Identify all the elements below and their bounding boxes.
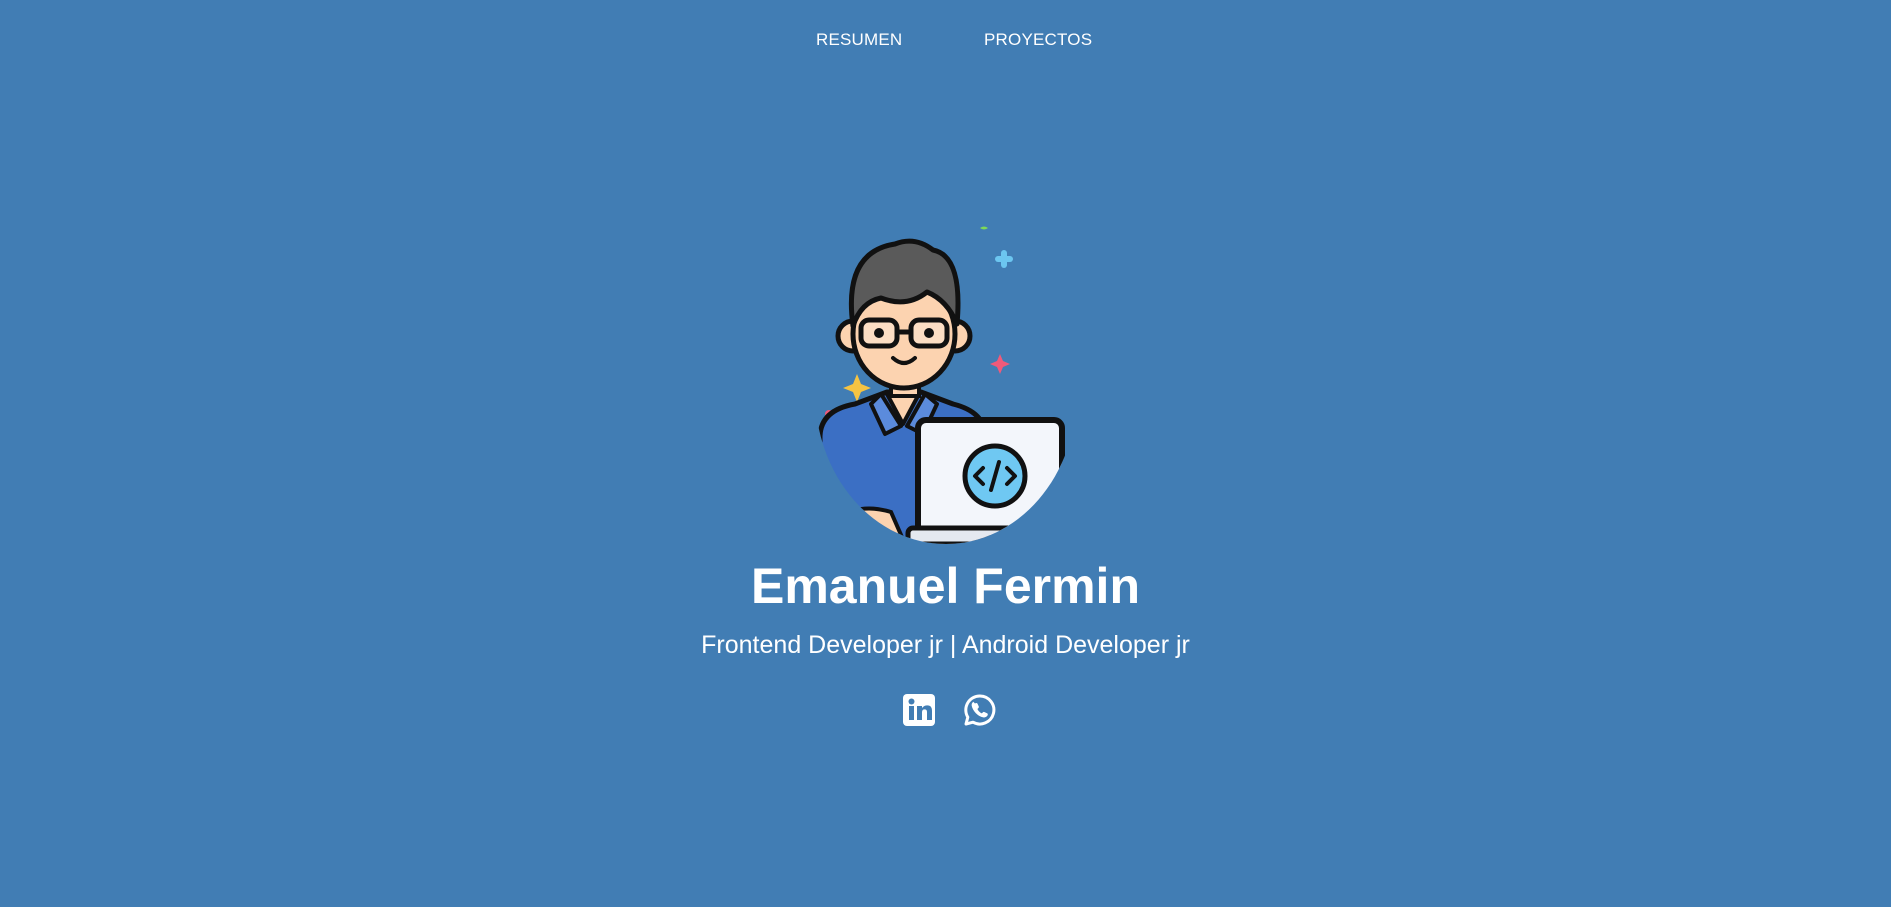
profile-name: Emanuel Fermin [751,558,1140,614]
social-links [902,693,1002,727]
nav-link-proyectos[interactable]: PROYECTOS [984,30,1092,50]
developer-avatar-icon [815,222,1077,544]
top-navigation: RESUMEN PROYECTOS [0,30,1891,56]
linkedin-icon[interactable] [902,693,936,727]
nav-link-resumen[interactable]: RESUMEN [816,30,902,50]
whatsapp-icon[interactable] [963,693,997,727]
profile-tagline: Frontend Developer jr | Android Develope… [701,631,1190,659]
